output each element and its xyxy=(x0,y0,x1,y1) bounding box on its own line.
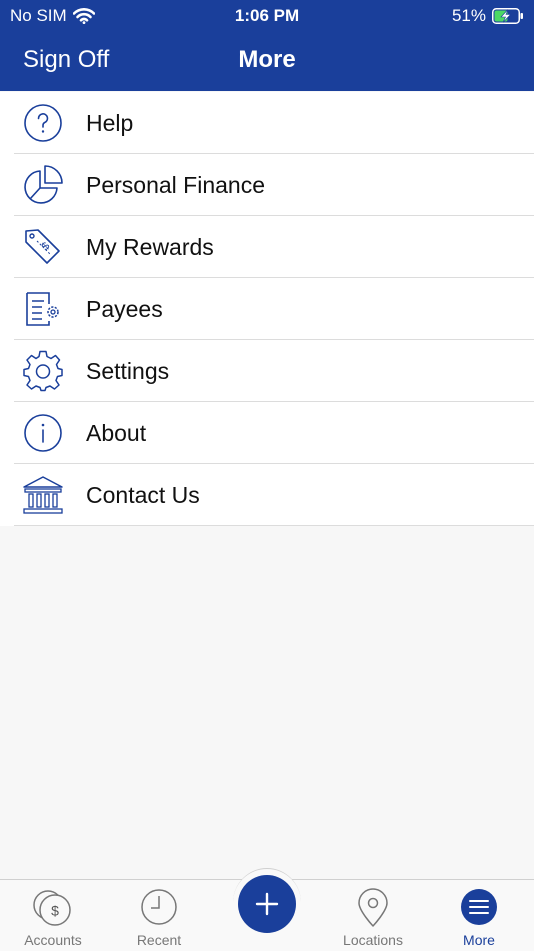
menu-item-help[interactable]: Help xyxy=(0,92,534,154)
help-circle-icon xyxy=(21,101,65,145)
navigation-bar: Sign Off More xyxy=(0,30,534,91)
add-action-button[interactable] xyxy=(238,875,296,933)
menu-item-settings[interactable]: Settings xyxy=(0,340,534,402)
menu-item-label: Contact Us xyxy=(86,481,200,508)
menu-item-label: Payees xyxy=(86,295,163,322)
info-circle-icon xyxy=(21,411,65,455)
plus-icon xyxy=(255,892,279,916)
tab-accounts[interactable]: $ Accounts xyxy=(0,880,106,951)
bank-icon xyxy=(21,473,65,517)
menu-item-my-rewards[interactable]: $ My Rewards xyxy=(0,216,534,278)
pie-chart-icon xyxy=(21,163,65,207)
menu-item-label: My Rewards xyxy=(86,233,214,260)
battery-charging-icon xyxy=(492,8,523,24)
tab-recent[interactable]: Recent xyxy=(106,880,212,951)
battery-group: 51% xyxy=(452,6,524,26)
more-menu-list: Help Personal Finance $ My Rewards Payee… xyxy=(0,92,534,526)
menu-item-about[interactable]: About xyxy=(0,402,534,464)
payee-document-icon xyxy=(21,287,65,331)
gear-icon xyxy=(21,349,65,393)
menu-item-contact-us[interactable]: Contact Us xyxy=(0,464,534,526)
menu-item-label: Settings xyxy=(86,357,170,384)
menu-icon xyxy=(426,888,532,928)
tab-more[interactable]: More xyxy=(426,880,532,951)
sign-off-button[interactable]: Sign Off xyxy=(23,46,109,74)
svg-text:$: $ xyxy=(51,903,59,919)
tab-label: Locations xyxy=(343,932,403,948)
coins-icon: $ xyxy=(0,888,106,928)
tab-label: Recent xyxy=(136,932,182,948)
menu-item-label: About xyxy=(86,419,147,446)
reward-tag-icon: $ xyxy=(21,225,65,269)
menu-item-label: Help xyxy=(86,109,134,136)
tab-label: Accounts xyxy=(24,932,82,948)
battery-percent: 51% xyxy=(451,6,486,25)
menu-item-personal-finance[interactable]: Personal Finance xyxy=(0,154,534,216)
tab-locations[interactable]: Locations xyxy=(320,880,426,951)
status-bar: No SIM 1:06 PM 51% xyxy=(0,0,534,30)
menu-item-payees[interactable]: Payees xyxy=(0,278,534,340)
tab-label: More xyxy=(463,932,495,948)
clock-icon xyxy=(106,888,212,928)
menu-item-label: Personal Finance xyxy=(86,171,265,198)
location-pin-icon xyxy=(320,888,426,928)
